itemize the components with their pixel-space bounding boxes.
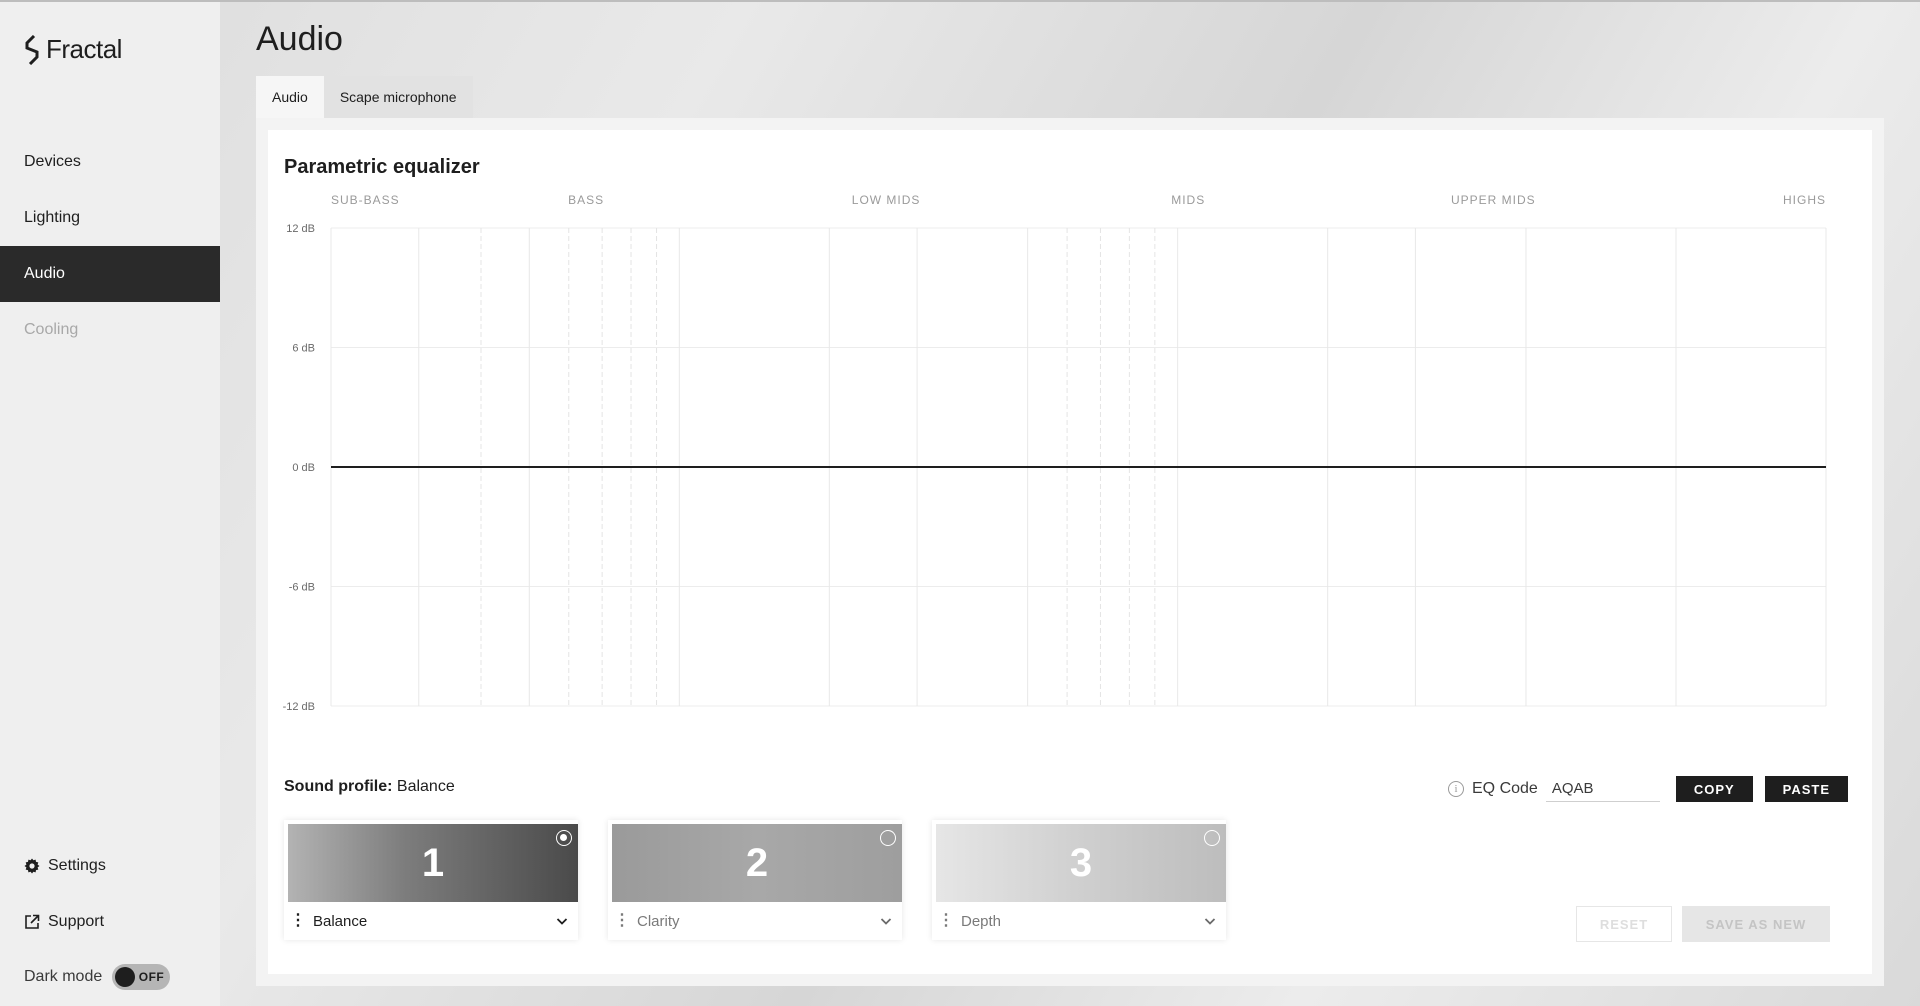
sidebar-bottom: Settings Support Dark mode OFF <box>24 852 171 990</box>
drag-handle-icon[interactable]: ⋮ <box>938 913 954 929</box>
eq-code-label: EQ Code <box>1472 780 1538 797</box>
profile-cards: 1 ⋮ Balance 2 ⋮ Clarity 3 ⋮ Depth <box>284 820 1226 940</box>
band-label: LOW MIDS <box>852 193 921 207</box>
profile-image-1[interactable]: 1 <box>288 824 578 902</box>
sound-profile-value: Balance <box>396 778 455 795</box>
y-tick-label: 0 dB <box>292 462 315 474</box>
profile-number: 3 <box>1069 840 1093 885</box>
page-title: Audio <box>256 20 343 58</box>
profile-name-2: ⋮ Clarity <box>614 913 680 930</box>
sidebar: Fractal Devices Lighting Audio Cooling S… <box>0 2 220 1006</box>
band-label: HIGHS <box>1783 193 1826 207</box>
reset-button[interactable]: RESET <box>1576 906 1672 942</box>
profile-image-3[interactable]: 3 <box>936 824 1226 902</box>
profile-card-1[interactable]: 1 ⋮ Balance <box>284 820 578 940</box>
chevron-down-icon[interactable] <box>556 915 568 927</box>
dark-mode-label: Dark mode <box>24 968 103 985</box>
support-label: Support <box>48 913 105 930</box>
sidebar-item-cooling[interactable]: Cooling <box>0 302 220 358</box>
sidebar-item-lighting[interactable]: Lighting <box>0 190 220 246</box>
profile-row-3: ⋮ Depth <box>936 902 1222 940</box>
sound-profile-label: Sound profile: <box>284 778 393 795</box>
equalizer-chart[interactable]: 12 dB6 dB0 dB-6 dB-12 dB20Hz30Hz50Hz100H… <box>268 190 1872 727</box>
eq-code-input[interactable] <box>1545 776 1660 802</box>
fractal-logo-icon <box>25 34 39 65</box>
external-link-icon <box>25 914 40 929</box>
drag-handle-icon[interactable]: ⋮ <box>290 913 306 929</box>
save-as-new-button[interactable]: SAVE AS NEW <box>1682 906 1830 942</box>
paste-button[interactable]: PASTE <box>1764 776 1849 802</box>
top-border <box>0 0 1920 2</box>
logo: Fractal <box>24 34 122 65</box>
info-icon[interactable]: i <box>1448 781 1464 797</box>
band-label: UPPER MIDS <box>1451 193 1536 207</box>
profile-name-label: Balance <box>313 912 368 930</box>
profile-row-1: ⋮ Balance <box>288 902 574 940</box>
equalizer-panel: Parametric equalizer 12 dB 6 dB 0 dB -6 dB -… <box>268 130 1872 974</box>
profile-name-3: ⋮ Depth <box>938 913 1001 930</box>
dark-mode-row: Dark mode OFF <box>24 964 171 990</box>
brand-name: Fractal <box>46 34 122 64</box>
chevron-down-icon[interactable] <box>880 915 892 927</box>
chevron-down-icon[interactable] <box>1204 915 1216 927</box>
equalizer-title: Parametric equalizer <box>284 156 480 178</box>
band-label: SUB-BASS <box>331 193 400 207</box>
equalizer-chart-svg: 12 dB6 dB0 dB-6 dB-12 dB20Hz30Hz50Hz100H… <box>283 193 1842 727</box>
settings-link[interactable]: Settings <box>24 852 170 880</box>
y-tick-label: 12 dB <box>286 223 315 235</box>
tab-audio[interactable]: Audio <box>256 76 324 118</box>
profile-radio[interactable] <box>880 830 896 846</box>
profile-radio-selected[interactable] <box>556 830 572 846</box>
copy-button[interactable]: COPY <box>1675 776 1753 802</box>
profile-number: 1 <box>421 840 445 885</box>
toggle-knob <box>115 967 136 987</box>
profile-name-label: Clarity <box>637 912 680 930</box>
band-label: BASS <box>568 193 604 207</box>
y-tick-label: -12 dB <box>283 701 315 710</box>
tab-bar: Audio Scape microphone <box>256 76 473 118</box>
eq-code-group: i EQ Code COPY PASTE <box>1448 776 1849 802</box>
profile-card-2[interactable]: 2 ⋮ Clarity <box>608 820 902 940</box>
y-tick-label: 6 dB <box>292 343 315 355</box>
sidebar-item-audio[interactable]: Audio <box>0 246 220 302</box>
band-label: MIDS <box>1171 193 1205 207</box>
support-link[interactable]: Support <box>24 908 170 936</box>
profile-name-1: ⋮ Balance <box>290 913 367 930</box>
profile-image-2[interactable]: 2 <box>612 824 902 902</box>
profile-name-label: Depth <box>961 912 1002 930</box>
drag-handle-icon[interactable]: ⋮ <box>614 913 630 929</box>
sound-profile-text: Sound profile: Balance <box>284 778 455 796</box>
y-tick-label: -6 dB <box>289 582 315 594</box>
sidebar-item-devices[interactable]: Devices <box>0 134 220 190</box>
settings-label: Settings <box>48 857 106 874</box>
toggle-state-text: OFF <box>138 970 165 984</box>
profile-card-3[interactable]: 3 ⋮ Depth <box>932 820 1226 940</box>
profile-number: 2 <box>745 840 769 885</box>
dark-mode-toggle[interactable]: OFF <box>112 964 171 990</box>
sidebar-nav: Devices Lighting Audio Cooling <box>0 134 220 358</box>
gear-icon <box>24 858 40 874</box>
profile-row-2: ⋮ Clarity <box>612 902 898 940</box>
tab-scape-microphone[interactable]: Scape microphone <box>323 76 473 118</box>
profile-radio[interactable] <box>1204 830 1220 846</box>
